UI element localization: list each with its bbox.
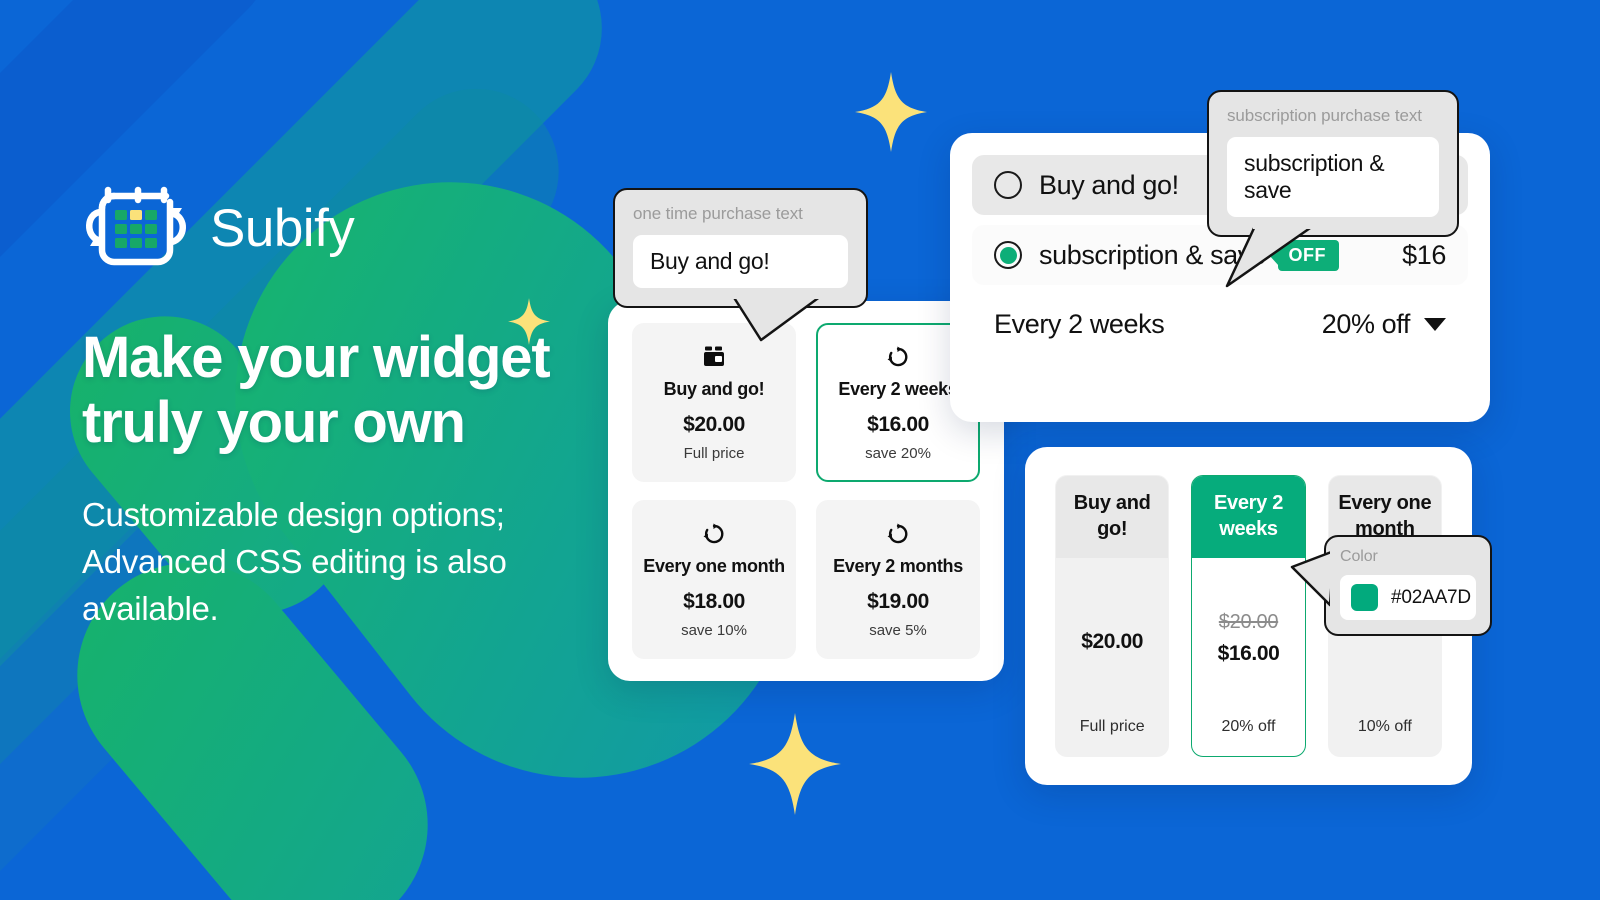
callout-tail-icon: [727, 294, 827, 347]
callout-one-time-purchase-text: one time purchase text Buy and go!: [613, 188, 868, 342]
column-body: $20.00: [1056, 558, 1168, 718]
subscription-calendar-logo-icon: [82, 178, 190, 278]
frequency-select[interactable]: Every 2 weeks 20% off: [972, 295, 1468, 353]
sparkle-icon-bottom: [749, 713, 841, 815]
column-tile-buy-and-go[interactable]: Buy and go! $20.00 Full price: [1055, 475, 1170, 757]
radio-option-label: Buy and go!: [1039, 169, 1179, 200]
frequency-value-group: 20% off: [1322, 309, 1446, 340]
color-value-field[interactable]: #02AA7D: [1340, 575, 1476, 620]
plan-note: save 10%: [681, 621, 747, 639]
one-time-purchase-text-input[interactable]: Buy and go!: [633, 235, 848, 288]
column-note: 10% off: [1357, 718, 1412, 735]
plan-price: $18.00: [683, 589, 745, 613]
subscription-purchase-text-input[interactable]: subscription & save: [1227, 137, 1439, 217]
frequency-discount: 20% off: [1321, 308, 1411, 339]
promo-banner: Subify Make your widget truly your own C…: [0, 0, 1600, 900]
hero-copy-column: Subify Make your widget truly your own C…: [82, 178, 612, 632]
callout-tail-icon: [1290, 547, 1338, 614]
sparkle-icon-top: [855, 72, 927, 152]
plan-grid: Buy and go! $20.00 Full price Every 2 we…: [632, 323, 980, 659]
package-box-icon: [702, 344, 726, 370]
brand-name: Subify: [210, 198, 355, 258]
plan-note: save 5%: [869, 621, 927, 639]
callout-label: Color: [1340, 548, 1378, 565]
plan-title: Every one month: [643, 555, 785, 576]
hero-subcopy: Customizable design options; Advanced CS…: [82, 495, 507, 627]
page-title: Make your widget truly your own: [82, 325, 551, 455]
column-price: $20.00: [1081, 630, 1144, 653]
callout-label: one time purchase text: [633, 204, 803, 223]
column-title: Buy and go!: [1056, 476, 1169, 558]
color-swatch-icon[interactable]: [1351, 584, 1378, 611]
plan-price: $19.00: [867, 589, 929, 613]
plan-tile-every-2-months[interactable]: Every 2 months $19.00 save 5%: [816, 500, 980, 659]
radio-unchecked-icon[interactable]: [994, 171, 1022, 199]
plan-title: Every 2 weeks: [838, 378, 958, 399]
column-price: $16.00: [1217, 641, 1280, 665]
frequency-label: Every 2 weeks: [994, 308, 1165, 339]
plan-note: Full price: [683, 444, 745, 462]
radio-checked-icon[interactable]: [994, 241, 1022, 269]
recurring-refresh-icon: [703, 521, 725, 547]
plan-tile-every-one-month[interactable]: Every one month $18.00 save 10%: [632, 500, 796, 659]
callout-label: subscription purchase text: [1227, 106, 1422, 125]
chevron-down-icon[interactable]: [1424, 317, 1446, 331]
column-strikethrough-price: $20.00: [1218, 610, 1279, 633]
radio-dot: [999, 246, 1017, 264]
recurring-refresh-icon: [887, 521, 909, 547]
plan-note: save 20%: [865, 444, 931, 462]
column-note: 20% off: [1221, 718, 1276, 735]
callout-tail-icon: [1225, 224, 1335, 295]
column-title: Every 2 weeks: [1192, 476, 1305, 558]
plan-title: Buy and go!: [663, 378, 765, 399]
radio-option-price: $16: [1402, 239, 1446, 270]
brand-lockup: Subify: [82, 178, 612, 278]
column-body: $20.00 $16.00: [1192, 558, 1304, 718]
column-note: Full price: [1079, 718, 1145, 735]
callout-color-picker: Color #02AA7D: [1290, 535, 1492, 636]
recurring-refresh-icon: [887, 344, 909, 370]
plan-title: Every 2 months: [833, 555, 963, 576]
column-tile-every-2-weeks[interactable]: Every 2 weeks $20.00 $16.00 20% off: [1191, 475, 1306, 757]
plan-price: $20.00: [683, 412, 745, 436]
plan-price: $16.00: [867, 412, 929, 436]
callout-subscription-purchase-text: subscription purchase text subscription …: [1207, 90, 1459, 288]
color-hex-value: #02AA7D: [1391, 586, 1471, 608]
grid-pricing-widget: Buy and go! $20.00 Full price Every 2 we…: [608, 301, 1004, 681]
